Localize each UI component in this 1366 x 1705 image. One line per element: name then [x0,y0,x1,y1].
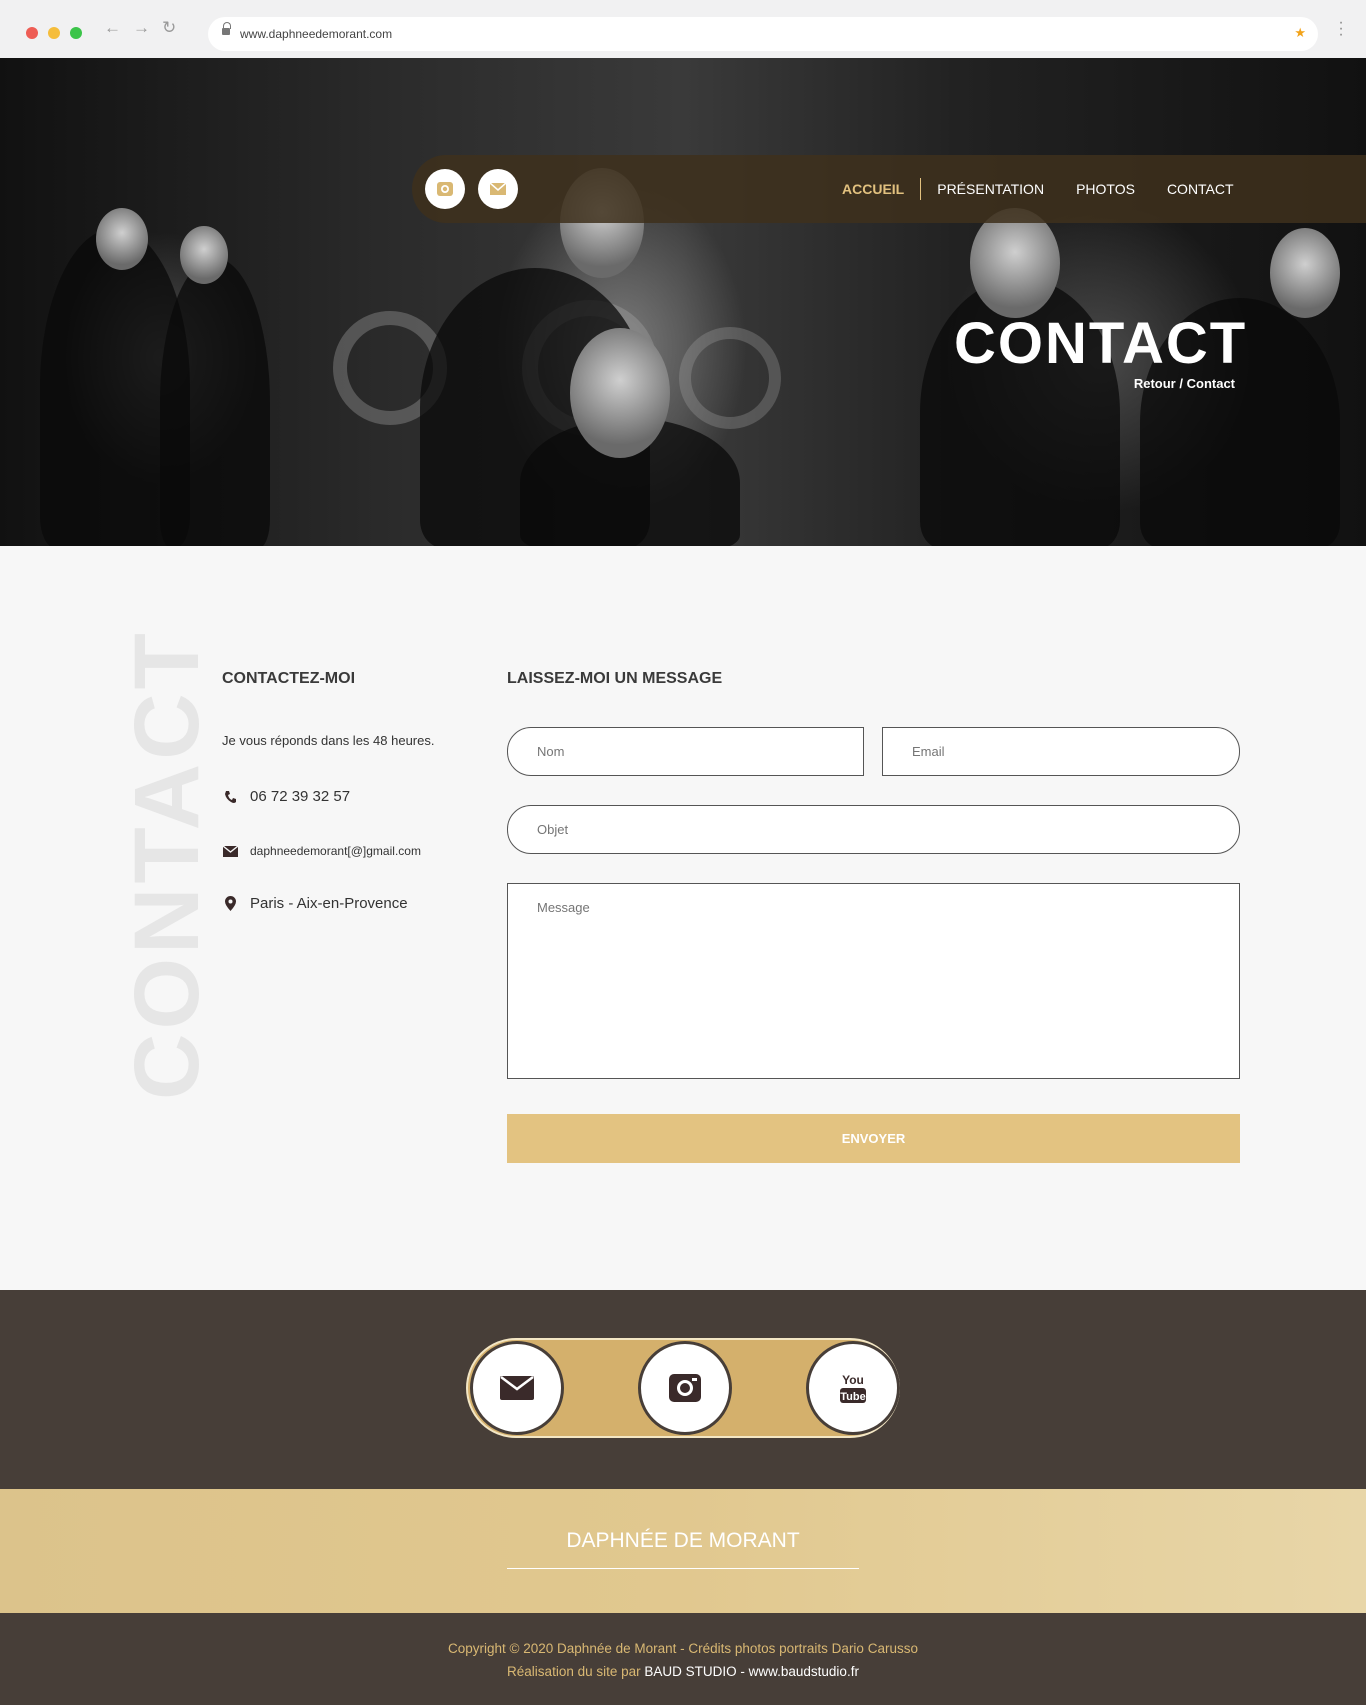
phone-icon [222,789,238,805]
response-time-text: Je vous réponds dans les 48 heures. [222,733,435,748]
top-navigation: ACCUEIL PRÉSENTATION PHOTOS CONTACT [412,155,1366,223]
performer-face [970,208,1060,318]
contact-heading: CONTACTEZ-MOI [222,670,356,687]
browser-nav: ← → ↻ [104,18,176,38]
youtube-icon: You Tube [840,1373,866,1403]
copyright-bar: Copyright © 2020 Daphnée de Morant - Cré… [0,1613,1366,1705]
credit-line: Réalisation du site par BAUD STUDIO - ww… [0,1664,1366,1679]
instagram-icon [437,182,453,196]
breadcrumb-separator: / [1179,376,1183,391]
performer-figure [160,258,270,546]
instagram-icon [669,1374,701,1402]
mail-icon [489,182,507,195]
map-pin-icon [222,896,238,912]
name-field[interactable] [507,727,864,776]
location-text: Paris - Aix-en-Provence [250,895,408,912]
message-field[interactable] [507,883,1240,1079]
performer-face [570,328,670,458]
social-links-bar: You Tube [466,1338,900,1438]
instagram-nav-button[interactable] [425,169,465,209]
mail-social-button[interactable] [470,1341,564,1435]
lock-icon [222,22,231,36]
nav-contact[interactable]: CONTACT [1151,181,1250,197]
location-row: Paris - Aix-en-Provence [222,895,408,912]
address-bar[interactable]: www.daphneedemorant.com ★ [208,17,1318,51]
watermark-text: CONTACT [116,629,218,1100]
close-window-button[interactable] [26,27,38,39]
form-heading: LAISSEZ-MOI UN MESSAGE [507,670,723,687]
youtube-social-button[interactable]: You Tube [806,1341,900,1435]
breadcrumb-current: Contact [1186,376,1235,391]
studio-link[interactable]: BAUD STUDIO - www.baudstudio.fr [644,1664,859,1679]
hero-banner: ACCUEIL PRÉSENTATION PHOTOS CONTACT CONT… [0,58,1366,546]
breadcrumb: Retour / Contact [1134,376,1235,391]
maximize-window-button[interactable] [70,27,82,39]
performer-face [180,226,228,284]
brand-underline [507,1568,859,1569]
footer-brand-name: DAPHNÉE DE MORANT [566,1529,800,1552]
back-icon[interactable]: ← [104,18,121,38]
svg-text:Tube: Tube [840,1391,865,1403]
envelope-icon [222,843,238,859]
credit-prefix: Réalisation du site par [507,1664,645,1679]
bookmark-star-icon[interactable]: ★ [1294,25,1306,41]
window-controls [26,27,82,39]
nav-photos[interactable]: PHOTOS [1060,181,1151,197]
send-button[interactable]: ENVOYER [507,1114,1240,1163]
breadcrumb-back-link[interactable]: Retour [1134,376,1176,391]
performer-hand [1270,228,1340,318]
mail-icon [500,1376,534,1400]
email-field[interactable] [882,727,1240,776]
page-title: CONTACT [954,311,1248,376]
phone-number[interactable]: 06 72 39 32 57 [250,788,350,805]
nav-accueil[interactable]: ACCUEIL [826,181,920,197]
forward-icon[interactable]: → [133,18,150,38]
svg-text:You: You [842,1373,864,1387]
minimize-window-button[interactable] [48,27,60,39]
performer-face [96,208,148,270]
email-row: daphneedemorant[@]gmail.com [222,843,421,859]
browser-chrome: ← → ↻ www.daphneedemorant.com ★ · · · [0,0,1366,58]
copyright-text: Copyright © 2020 Daphnée de Morant - Cré… [448,1641,918,1656]
main-menu: ACCUEIL PRÉSENTATION PHOTOS CONTACT [826,155,1250,223]
social-footer: You Tube [0,1290,1366,1489]
mail-nav-button[interactable] [478,169,518,209]
reload-icon[interactable]: ↻ [162,18,176,38]
url-text: www.daphneedemorant.com [240,27,393,41]
subject-field[interactable] [507,805,1240,854]
email-address[interactable]: daphneedemorant[@]gmail.com [250,844,421,858]
nav-presentation[interactable]: PRÉSENTATION [921,181,1060,197]
instagram-social-button[interactable] [638,1341,732,1435]
browser-menu-icon[interactable]: · · · [1336,15,1346,43]
phone-row: 06 72 39 32 57 [222,788,350,805]
brand-band: DAPHNÉE DE MORANT [0,1489,1366,1613]
